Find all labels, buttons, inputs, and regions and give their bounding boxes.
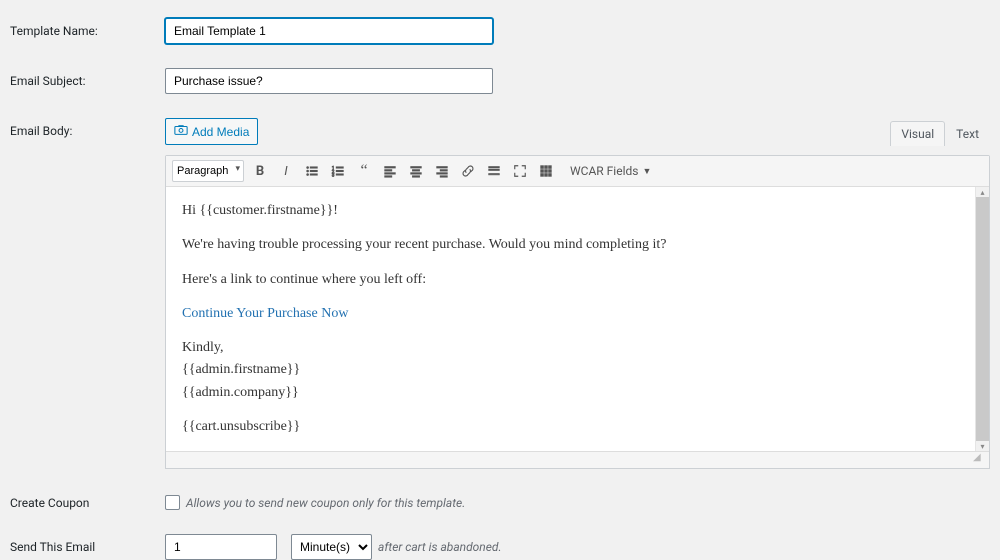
email-subject-input[interactable] xyxy=(165,68,493,94)
send-after-hint: after cart is abandoned. xyxy=(378,540,502,554)
tab-visual[interactable]: Visual xyxy=(890,121,945,146)
align-center-icon[interactable] xyxy=(406,161,426,181)
continue-purchase-link[interactable]: Continue Your Purchase Now xyxy=(182,306,348,321)
toolbar-toggle-icon[interactable] xyxy=(536,161,556,181)
email-body-label: Email Body: xyxy=(10,118,165,138)
align-right-icon[interactable] xyxy=(432,161,452,181)
wcar-fields-dropdown[interactable]: WCAR Fields ▼ xyxy=(570,164,651,178)
tab-text[interactable]: Text xyxy=(945,121,990,146)
fullscreen-icon[interactable] xyxy=(510,161,530,181)
body-line: Kindly, xyxy=(182,338,959,358)
link-icon[interactable] xyxy=(458,161,478,181)
chevron-down-icon: ▼ xyxy=(642,166,651,177)
editor-scrollbar[interactable]: ▴ ▾ xyxy=(975,187,989,451)
add-media-button[interactable]: Add Media xyxy=(165,118,258,145)
template-name-label: Template Name: xyxy=(10,18,165,38)
bullet-list-icon[interactable] xyxy=(302,161,322,181)
insert-more-icon[interactable] xyxy=(484,161,504,181)
send-this-email-label: Send This Email xyxy=(10,540,165,554)
bold-icon[interactable]: B xyxy=(250,161,270,181)
body-line: Hi {{customer.firstname}}! xyxy=(182,201,959,221)
italic-icon[interactable]: I xyxy=(276,161,296,181)
format-select[interactable]: Paragraph xyxy=(172,160,244,182)
resize-handle-icon[interactable]: ◢ xyxy=(973,453,989,467)
media-icon xyxy=(174,123,188,140)
create-coupon-hint: Allows you to send new coupon only for t… xyxy=(186,496,465,510)
editor-content[interactable]: Hi {{customer.firstname}}! We're having … xyxy=(166,187,975,451)
body-line: We're having trouble processing your rec… xyxy=(182,235,959,255)
send-unit-select[interactable]: Minute(s) xyxy=(291,534,372,560)
body-line: {{admin.company}} xyxy=(182,383,959,403)
add-media-label: Add Media xyxy=(192,125,249,139)
numbered-list-icon[interactable]: 123 xyxy=(328,161,348,181)
scroll-up-icon[interactable]: ▴ xyxy=(976,187,989,197)
send-delay-input[interactable] xyxy=(165,534,277,560)
template-name-input[interactable] xyxy=(165,18,493,44)
scroll-down-icon[interactable]: ▾ xyxy=(976,441,989,451)
create-coupon-label: Create Coupon xyxy=(10,496,165,510)
body-line: {{admin.firstname}} xyxy=(182,360,959,380)
align-left-icon[interactable] xyxy=(380,161,400,181)
editor: Paragraph B I 123 “ WCAR Fields ▼ xyxy=(165,155,990,469)
editor-toolbar: Paragraph B I 123 “ WCAR Fields ▼ xyxy=(166,156,989,187)
blockquote-icon[interactable]: “ xyxy=(354,161,374,181)
svg-text:3: 3 xyxy=(332,173,335,178)
body-line: Here's a link to continue where you left… xyxy=(182,270,959,290)
body-line: {{cart.unsubscribe}} xyxy=(182,417,959,437)
email-subject-label: Email Subject: xyxy=(10,68,165,88)
create-coupon-checkbox[interactable] xyxy=(165,495,180,510)
wcar-fields-label: WCAR Fields xyxy=(570,164,638,178)
